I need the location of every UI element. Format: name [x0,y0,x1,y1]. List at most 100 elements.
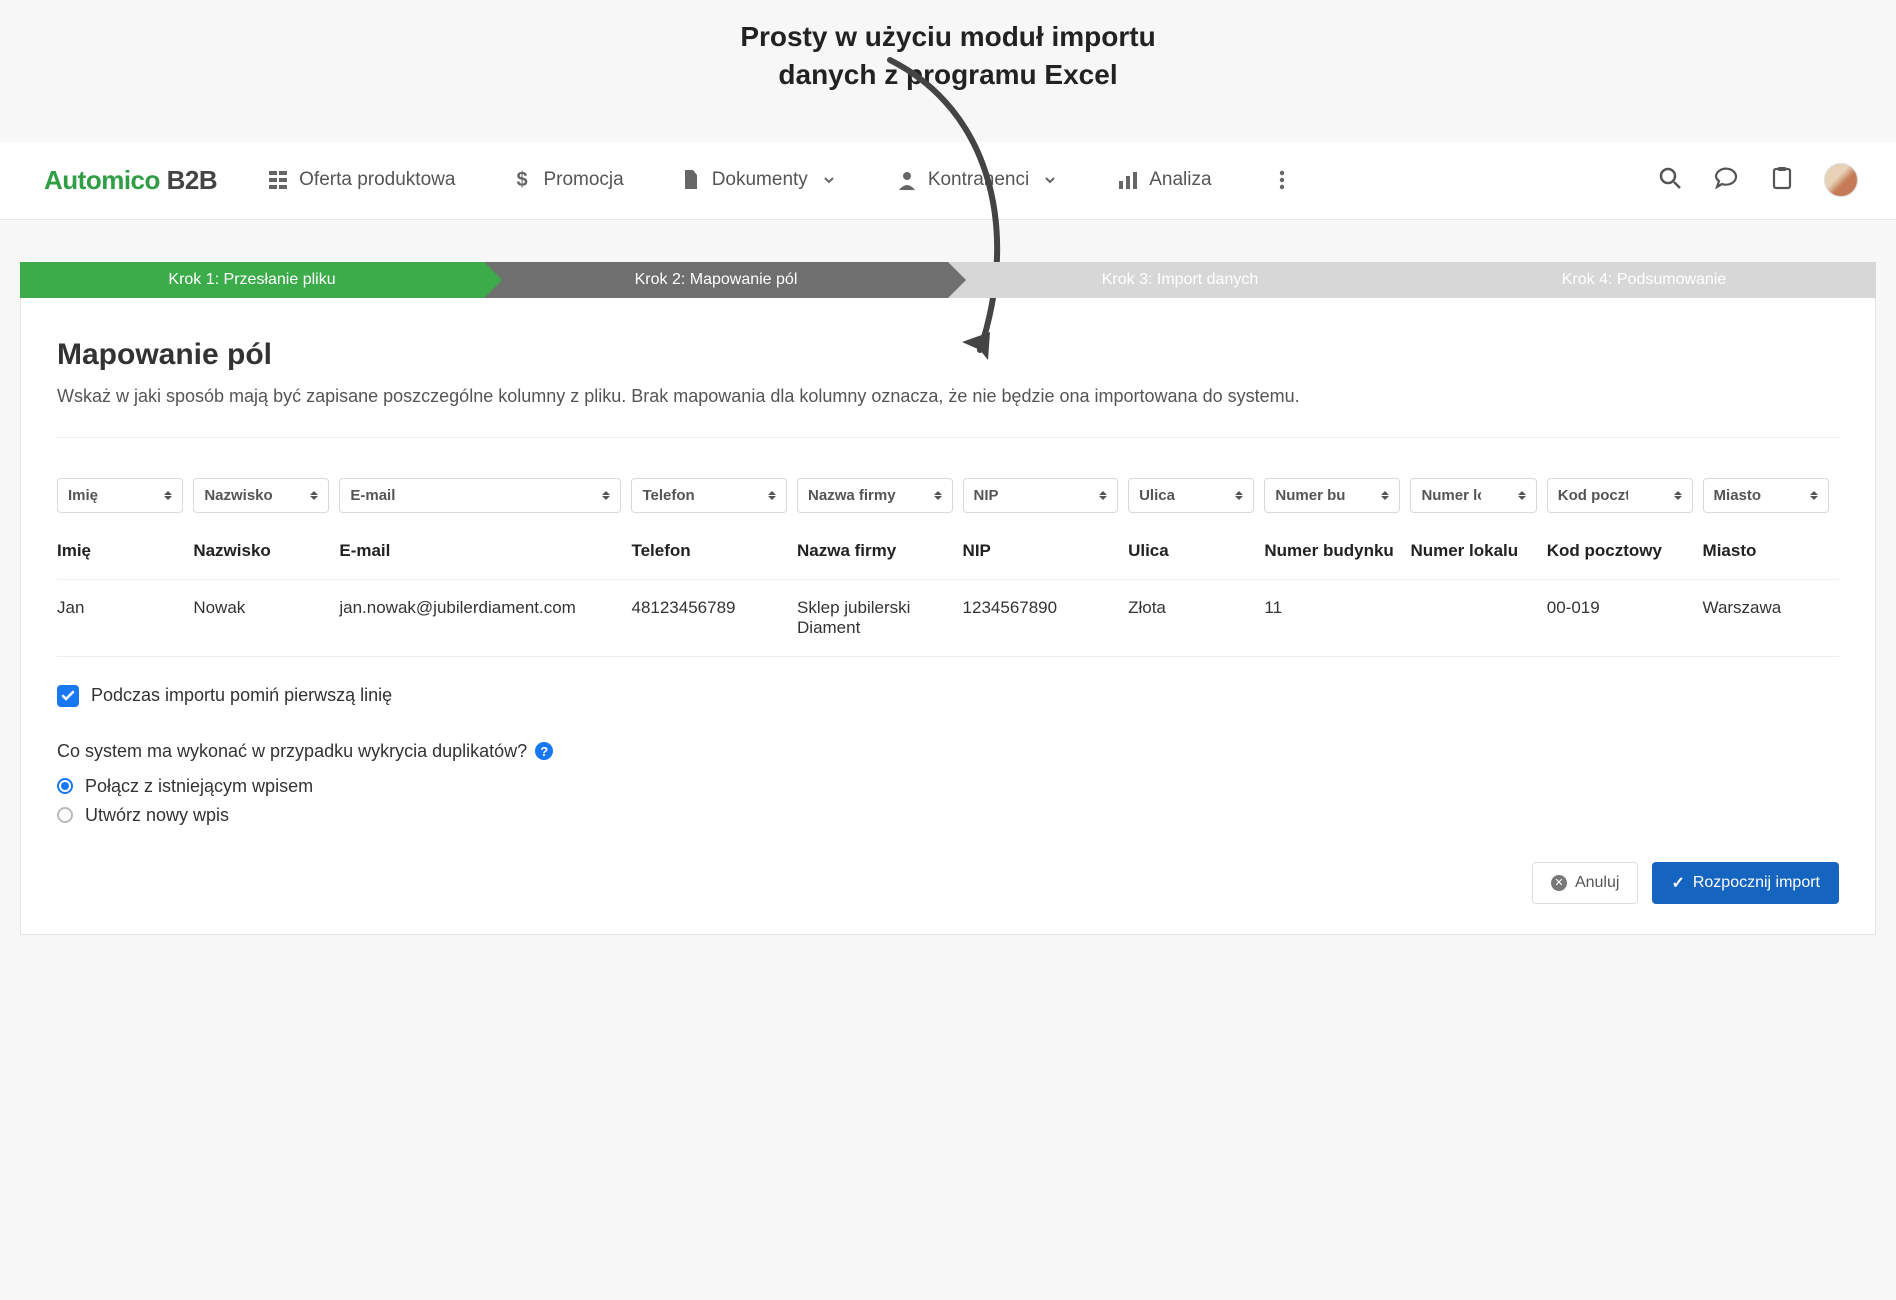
map-select-nip[interactable]: NIP [963,478,1119,513]
sort-caret-icon [1810,491,1818,500]
map-select-imie[interactable]: Imię [57,478,183,513]
nav-oferta[interactable]: Oferta produktowa [267,169,455,191]
col-header-firma: Nazwa firmy [797,523,963,580]
nav-actions [1656,163,1858,197]
check-icon: ✓ [1671,873,1684,893]
col-header-nip: NIP [963,523,1129,580]
nav-kontrahenci[interactable]: Kontrahenci [896,169,1061,191]
cell-kod: 00-019 [1547,579,1703,656]
map-select-lokal-label: Numer lokalu [1421,487,1481,504]
radio-merge-row: Połącz z istniejącym wpisem [57,776,1839,797]
step-4: Krok 4: Podsumowanie [1412,262,1876,298]
map-select-email[interactable]: E-mail [339,478,621,513]
duplicates-question-text: Co system ma wykonać w przypadku wykryci… [57,741,527,762]
dollar-icon: $ [511,169,533,191]
sort-caret-icon [164,491,172,500]
more-menu-button[interactable] [1268,166,1296,194]
col-header-ulica: Ulica [1128,523,1264,580]
nav-dokumenty-label: Dokumenty [712,169,808,191]
step-2-label: Krok 2: Mapowanie pól [635,271,798,289]
help-icon[interactable]: ? [535,742,553,760]
col-header-nazwisko: Nazwisko [193,523,339,580]
nav-dokumenty[interactable]: Dokumenty [680,169,840,191]
sort-caret-icon [1235,491,1243,500]
close-icon: ✕ [1551,875,1567,891]
app-logo: Automico B2B [44,165,217,196]
step-1[interactable]: Krok 1: Przesłanie pliku [20,262,484,298]
search-icon [1659,167,1681,194]
cell-miasto: Warszawa [1703,579,1839,656]
radio-merge[interactable] [57,778,73,794]
nav-items: Oferta produktowa $ Promocja Dokumenty K… [267,166,1295,194]
col-header-miasto: Miasto [1703,523,1839,580]
grid-icon [267,169,289,191]
radio-new-row: Utwórz nowy wpis [57,805,1839,826]
action-buttons: ✕ Anuluj ✓ Rozpocznij import [57,862,1839,904]
sort-caret-icon [1381,491,1389,500]
document-icon [680,169,702,191]
map-select-budynek-label: Numer budynku [1275,487,1345,504]
person-icon [896,169,918,191]
cancel-button[interactable]: ✕ Anuluj [1532,862,1638,904]
duplicates-question: Co system ma wykonać w przypadku wykryci… [57,741,1839,762]
map-select-firma-label: Nazwa firmy [808,487,896,504]
map-select-ulica-label: Ulica [1139,487,1175,504]
map-select-nazwisko[interactable]: Nazwisko [193,478,329,513]
map-select-telefon[interactable]: Telefon [631,478,787,513]
sort-caret-icon [1518,491,1526,500]
chevron-down-icon [1039,169,1061,191]
svg-text:$: $ [517,169,528,191]
search-button[interactable] [1656,166,1684,194]
sort-caret-icon [602,491,610,500]
sort-caret-icon [768,491,776,500]
map-select-firma[interactable]: Nazwa firmy [797,478,953,513]
radio-new[interactable] [57,807,73,823]
chat-icon [1714,167,1738,194]
step-2[interactable]: Krok 2: Mapowanie pól [484,262,948,298]
map-select-ulica[interactable]: Ulica [1128,478,1254,513]
radio-new-label: Utwórz nowy wpis [85,805,229,826]
map-select-email-label: E-mail [350,487,395,504]
map-select-telefon-label: Telefon [642,487,694,504]
cell-email: jan.nowak@jubilerdiament.com [339,579,631,656]
user-avatar[interactable] [1824,163,1858,197]
col-header-budynek: Numer budynku [1264,523,1410,580]
sort-caret-icon [1099,491,1107,500]
marketing-annotation: Prosty w użyciu moduł importu danych z p… [0,0,1896,94]
skip-first-line-option: Podczas importu pomiń pierwszą linię [57,685,1839,707]
step-4-label: Krok 4: Podsumowanie [1562,271,1727,289]
nav-analiza[interactable]: Analiza [1117,169,1211,191]
map-select-miasto[interactable]: Miasto [1703,478,1829,513]
nav-promocja-label: Promocja [543,169,623,191]
start-import-button[interactable]: ✓ Rozpocznij import [1652,862,1839,904]
annotation-line1: Prosty w użyciu moduł importu [0,18,1896,56]
mapping-table: Imię Nazwisko E-mail Telefon Nazwa firmy… [57,464,1839,657]
col-header-lokal: Numer lokalu [1410,523,1546,580]
map-select-lokal[interactable]: Numer lokalu [1410,478,1536,513]
cell-imie: Jan [57,579,193,656]
map-select-kod[interactable]: Kod pocztowy [1547,478,1693,513]
cell-firma: Sklep jubilerski Diament [797,579,963,656]
clipboard-button[interactable] [1768,166,1796,194]
top-navbar: Automico B2B Oferta produktowa $ Promocj… [0,142,1896,220]
logo-part1: Automico [44,165,160,195]
radio-merge-label: Połącz z istniejącym wpisem [85,776,313,797]
nav-analiza-label: Analiza [1149,169,1211,191]
page-title: Mapowanie pól [57,338,1839,372]
step-3-label: Krok 3: Import danych [1102,271,1259,289]
start-import-button-label: Rozpocznij import [1693,874,1820,892]
col-header-telefon: Telefon [631,523,797,580]
clipboard-icon [1772,166,1792,195]
map-select-budynek[interactable]: Numer budynku [1264,478,1400,513]
cell-nip: 1234567890 [963,579,1129,656]
chat-button[interactable] [1712,166,1740,194]
sort-caret-icon [1674,491,1682,500]
page-description: Wskaż w jaki sposób mają być zapisane po… [57,386,1839,407]
cell-nazwisko: Nowak [193,579,339,656]
skip-first-line-checkbox[interactable] [57,685,79,707]
cell-lokal [1410,579,1546,656]
col-header-kod: Kod pocztowy [1547,523,1703,580]
cell-ulica: Złota [1128,579,1264,656]
map-select-nazwisko-label: Nazwisko [204,487,272,504]
nav-promocja[interactable]: $ Promocja [511,169,623,191]
